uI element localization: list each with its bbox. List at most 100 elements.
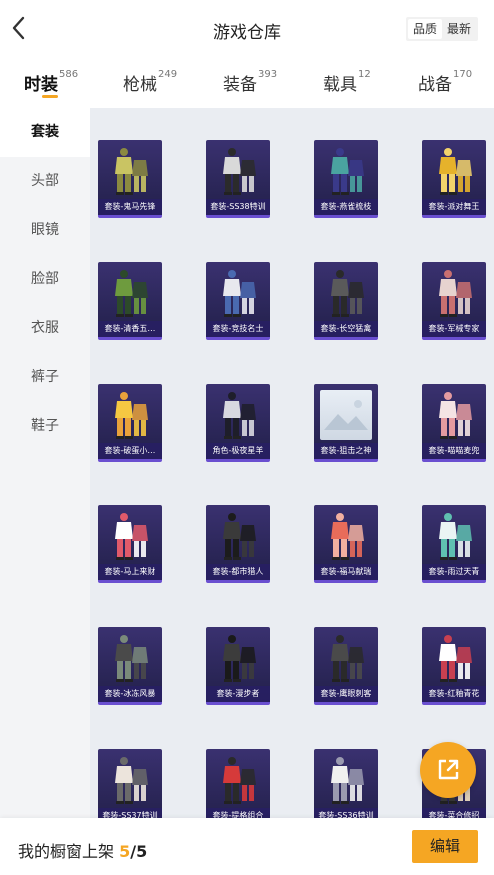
sidebar-item-shoes[interactable]: 鞋子	[0, 402, 90, 451]
item-card[interactable]: 套装-燕雀梳枝	[314, 140, 378, 218]
tab-label: 装备	[223, 75, 257, 95]
item-card[interactable]: 套装-清香五…	[98, 262, 162, 340]
sidebar-item-head[interactable]: 头部	[0, 157, 90, 206]
item-card[interactable]: 套装-派对舞王	[422, 140, 486, 218]
showcase-total: 5	[136, 842, 148, 861]
outfit-icon	[322, 511, 370, 563]
category-tabs: 时装586 枪械249 装备393 载具12 战备170	[0, 58, 494, 108]
item-name: 角色-极夜星羊	[206, 443, 270, 459]
tab-label: 战备	[418, 75, 452, 95]
item-card[interactable]: 角色-极夜星羊	[206, 384, 270, 462]
outfit-icon	[106, 511, 154, 563]
item-name: 套装-鹰眼刺客	[314, 686, 378, 702]
item-card[interactable]: 套装-鹰眼刺客	[314, 627, 378, 705]
item-name: 套装-都市猎人	[206, 564, 270, 580]
item-card[interactable]: 套装-狙击之神	[314, 384, 378, 462]
outfit-icon	[430, 511, 478, 563]
outfit-icon	[322, 755, 370, 807]
warehouse-body: 套装 头部 眼镜 脸部 衣服 裤子 鞋子 套装-鬼马先锋 套装-SS38特训 套装-…	[0, 108, 494, 875]
item-name: 套装-派对舞王	[422, 199, 486, 215]
outfit-icon	[322, 633, 370, 685]
sidebar-item-suit[interactable]: 套装	[0, 108, 90, 157]
outfit-icon	[214, 390, 262, 442]
item-name: 套装-狙击之神	[314, 443, 378, 459]
item-name: 套装-清香五…	[98, 321, 162, 337]
item-card[interactable]: 套装-SS36特训	[314, 749, 378, 827]
item-card[interactable]: 套装-漫步者	[206, 627, 270, 705]
item-name: 套装-雨过天青	[422, 564, 486, 580]
item-card[interactable]: 套装-长空猛禽	[314, 262, 378, 340]
item-card[interactable]: 套装-SS37特训	[98, 749, 162, 827]
tab-count: 393	[258, 69, 278, 80]
item-card[interactable]: 套装-鬼马先锋	[98, 140, 162, 218]
tab-supplies[interactable]: 战备170	[418, 69, 473, 95]
header: 游戏仓库 品质 最新	[0, 0, 494, 58]
item-name: 套装-马上来财	[98, 564, 162, 580]
tab-count: 249	[158, 69, 178, 80]
outfit-icon	[430, 390, 478, 442]
item-name: 套装-军械专家	[422, 321, 486, 337]
outfit-icon	[106, 146, 154, 198]
item-card[interactable]: 套装-竞技名士	[206, 262, 270, 340]
item-card[interactable]: 套装-红釉青花	[422, 627, 486, 705]
item-name: 套装-燕雀梳枝	[314, 199, 378, 215]
image-placeholder-icon	[320, 390, 372, 440]
item-card[interactable]: 套装-冰冻风暴	[98, 627, 162, 705]
outfit-icon	[214, 268, 262, 320]
tab-label: 载具	[323, 75, 357, 95]
outfit-icon	[106, 755, 154, 807]
item-name: 套装-长空猛禽	[314, 321, 378, 337]
sidebar-item-pants[interactable]: 裤子	[0, 353, 90, 402]
subcategory-sidebar: 套装 头部 眼镜 脸部 衣服 裤子 鞋子	[0, 108, 90, 875]
tab-count: 170	[453, 69, 473, 80]
sidebar-item-clothes[interactable]: 衣服	[0, 304, 90, 353]
tab-count: 586	[59, 69, 79, 80]
showcase-label: 我的橱窗上架	[18, 842, 115, 861]
item-card[interactable]: 套装-都市猎人	[206, 505, 270, 583]
item-card[interactable]: 套装-马上来财	[98, 505, 162, 583]
outfit-icon	[430, 146, 478, 198]
item-card[interactable]: 套装-雨过天青	[422, 505, 486, 583]
outfit-icon	[214, 146, 262, 198]
showcase-bar: 我的橱窗上架 5/5 编辑	[0, 818, 494, 875]
sort-quality-option[interactable]: 品质	[407, 19, 442, 39]
sidebar-item-glasses[interactable]: 眼镜	[0, 206, 90, 255]
tab-label: 枪械	[123, 75, 157, 95]
share-button[interactable]	[420, 742, 476, 798]
outfit-icon	[214, 755, 262, 807]
outfit-icon	[214, 511, 262, 563]
item-name: 套装-喵喵麦兜	[422, 443, 486, 459]
item-name: 套装-福马献瑞	[314, 564, 378, 580]
outfit-icon	[106, 268, 154, 320]
item-name: 套装-鬼马先锋	[98, 199, 162, 215]
tab-vehicles[interactable]: 载具12	[323, 69, 371, 95]
item-card[interactable]: 套装-SS38特训	[206, 140, 270, 218]
warehouse-screen: 游戏仓库 品质 最新 时装586 枪械249 装备393 载具12 战备170 …	[0, 0, 494, 875]
showcase-count: 我的橱窗上架 5/5	[18, 838, 147, 862]
item-name: 套装-破蛋小…	[98, 443, 162, 459]
item-card[interactable]: 套装-喵喵麦兜	[422, 384, 486, 462]
item-card[interactable]: 套装-军械专家	[422, 262, 486, 340]
item-name: 套装-冰冻风暴	[98, 686, 162, 702]
item-name: 套装-漫步者	[206, 686, 270, 702]
tab-guns[interactable]: 枪械249	[123, 69, 178, 95]
sidebar-item-face[interactable]: 脸部	[0, 255, 90, 304]
outfit-icon	[322, 268, 370, 320]
tab-equipment[interactable]: 装备393	[223, 69, 278, 95]
item-card[interactable]: 套装-破蛋小…	[98, 384, 162, 462]
outfit-icon	[214, 633, 262, 685]
showcase-current: 5	[119, 842, 131, 861]
sort-toggle: 品质 最新	[405, 17, 478, 41]
tab-label: 时装	[24, 75, 58, 95]
sort-latest-option[interactable]: 最新	[442, 19, 476, 39]
tab-fashion[interactable]: 时装586	[24, 69, 79, 95]
item-card[interactable]: 套装-提格组合	[206, 749, 270, 827]
item-card[interactable]: 套装-福马献瑞	[314, 505, 378, 583]
tab-count: 12	[358, 69, 371, 80]
share-export-icon	[438, 759, 459, 780]
item-name: 套装-红釉青花	[422, 686, 486, 702]
active-tab-indicator	[42, 95, 58, 98]
edit-button[interactable]: 编辑	[412, 830, 478, 863]
outfit-icon	[430, 268, 478, 320]
outfit-icon	[106, 633, 154, 685]
